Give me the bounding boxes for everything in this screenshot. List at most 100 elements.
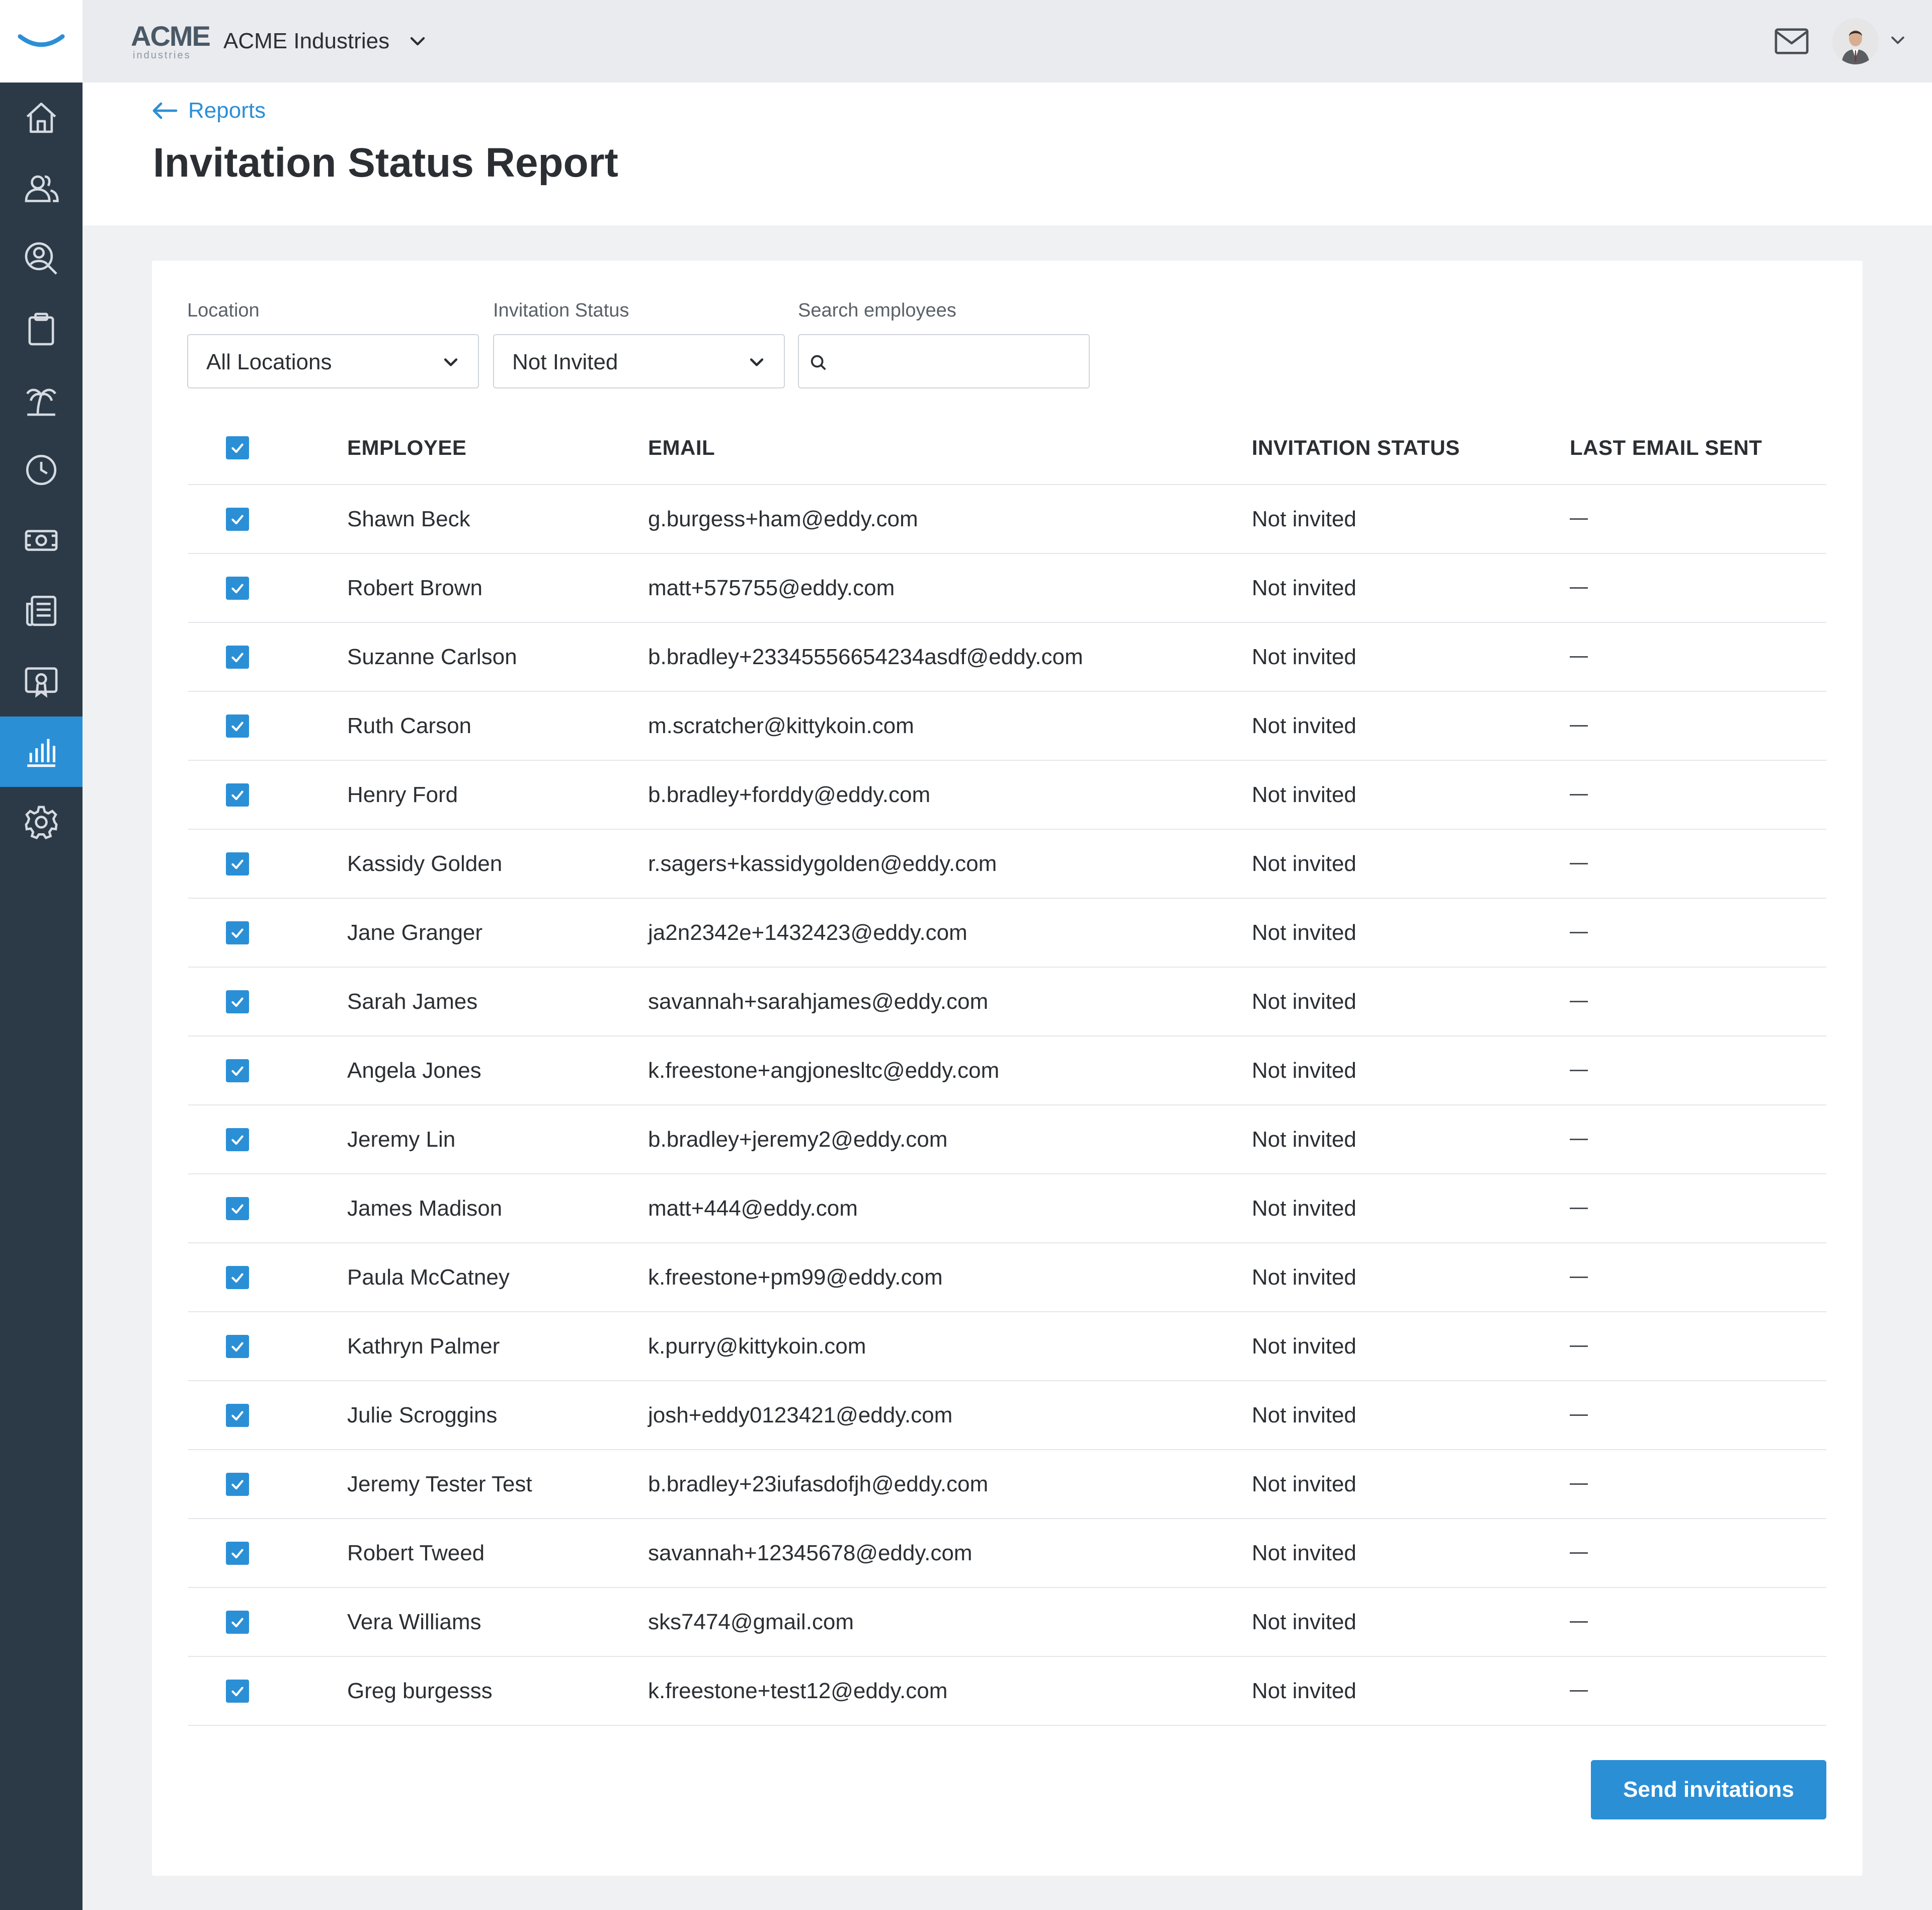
row-checkbox[interactable] <box>226 1197 249 1220</box>
user-avatar[interactable] <box>1832 18 1879 64</box>
row-checkbox[interactable] <box>226 1610 249 1634</box>
row-checkbox[interactable] <box>226 1265 249 1289</box>
check-icon <box>231 1342 244 1351</box>
row-checkbox-cell <box>223 1105 252 1173</box>
row-checkbox[interactable] <box>226 852 249 876</box>
table-row[interactable]: Paula McCatney k.freestone+pm99@eddy.com N… <box>188 1243 1826 1312</box>
search-employees-box[interactable] <box>798 334 1090 388</box>
employee-email: b.bradley+23iufasdofjh@eddy.com <box>648 1471 989 1496</box>
table-row[interactable]: Henry Ford b.bradley+forddy@eddy.com Not i… <box>188 761 1826 830</box>
last-email-sent <box>1570 830 1588 898</box>
table-row[interactable]: Robert Brown matt+575755@eddy.com Not invi… <box>188 554 1826 623</box>
row-checkbox[interactable] <box>226 1334 249 1358</box>
sidebar-item-person-search[interactable] <box>0 223 83 294</box>
column-header-last-email-sent[interactable]: LAST EMAIL SENT <box>1570 412 1762 484</box>
table-row[interactable]: Kassidy Golden r.sagers+kassidygolden@edd… <box>188 830 1826 899</box>
check-icon <box>231 997 244 1007</box>
row-checkbox[interactable] <box>226 1541 249 1565</box>
table-row[interactable]: James Madison matt+444@eddy.com Not invite… <box>188 1174 1826 1243</box>
invitation-status-select[interactable]: Not Invited <box>493 334 785 388</box>
table-row[interactable]: Shawn Beck g.burgess+ham@eddy.com Not invi… <box>188 485 1826 554</box>
table-row[interactable]: Greg burgesss k.freestone+test12@eddy.com… <box>188 1657 1826 1726</box>
invitation-status-filter-label: Invitation Status <box>493 300 629 321</box>
report-card: Location All Locations Invitation Status… <box>152 261 1863 1876</box>
back-to-reports-link[interactable]: Reports <box>152 96 266 126</box>
row-checkbox-cell <box>223 1657 252 1725</box>
sidebar-item-documents[interactable] <box>0 576 83 646</box>
last-email-sent <box>1570 1519 1588 1587</box>
chevron-down-icon[interactable] <box>1889 31 1907 49</box>
row-checkbox[interactable] <box>226 714 249 738</box>
check-icon <box>231 653 244 662</box>
empty-dash <box>1570 1414 1588 1416</box>
last-email-sent <box>1570 1312 1588 1380</box>
row-checkbox[interactable] <box>226 576 249 600</box>
search-employees-input[interactable] <box>835 344 1079 380</box>
row-checkbox[interactable] <box>226 1059 249 1082</box>
employee-email: josh+eddy0123421@eddy.com <box>648 1402 953 1427</box>
check-icon <box>231 859 244 869</box>
row-checkbox[interactable] <box>226 645 249 669</box>
clock-icon <box>26 454 57 486</box>
last-email-sent <box>1570 1037 1588 1104</box>
table-row[interactable]: Jane Granger ja2n2342e+1432423@eddy.com No… <box>188 899 1826 968</box>
sidebar-item-time-off[interactable] <box>0 364 83 435</box>
row-checkbox-cell <box>223 623 252 691</box>
column-header-employee[interactable]: EMPLOYEE <box>347 412 466 484</box>
table-row[interactable]: Suzanne Carlson b.bradley+23345556654234a… <box>188 623 1826 692</box>
sidebar-item-settings[interactable] <box>0 787 83 857</box>
sidebar-item-home[interactable] <box>0 83 83 153</box>
row-checkbox[interactable] <box>226 1403 249 1427</box>
invitation-table: EMPLOYEE EMAIL INVITATION STATUS LAST EM… <box>188 412 1826 1726</box>
sidebar-item-payroll[interactable] <box>0 505 83 576</box>
smile-logo-icon[interactable] <box>0 0 83 83</box>
empty-dash <box>1570 1345 1588 1347</box>
employee-name: Shawn Beck <box>347 506 470 531</box>
chevron-down-icon[interactable] <box>408 31 428 51</box>
table-row[interactable]: Angela Jones k.freestone+angjonesltc@eddy… <box>188 1037 1826 1105</box>
row-checkbox[interactable] <box>226 1472 249 1496</box>
table-row[interactable]: Kathryn Palmer k.purry@kittykoin.com Not i… <box>188 1312 1826 1381</box>
row-checkbox[interactable] <box>226 1679 249 1703</box>
mail-icon[interactable] <box>1774 26 1809 56</box>
location-select[interactable]: All Locations <box>187 334 479 388</box>
bar-chart-icon <box>27 739 55 767</box>
table-row[interactable]: Vera Williams sks7474@gmail.com Not invite… <box>188 1588 1826 1657</box>
sidebar-item-clipboard[interactable] <box>0 294 83 364</box>
row-checkbox[interactable] <box>226 990 249 1013</box>
employee-email: g.burgess+ham@eddy.com <box>648 506 918 531</box>
company-switcher-label[interactable]: ACME Industries <box>223 28 389 54</box>
invitation-status: Not invited <box>1252 1196 1356 1221</box>
row-checkbox[interactable] <box>226 1128 249 1151</box>
chevron-down-icon <box>444 358 458 366</box>
table-row[interactable]: Robert Tweed savannah+12345678@eddy.com No… <box>188 1519 1826 1588</box>
empty-dash <box>1570 932 1588 933</box>
row-checkbox[interactable] <box>226 783 249 807</box>
sidebar-item-time[interactable] <box>0 435 83 505</box>
sidebar-item-people[interactable] <box>0 153 83 223</box>
table-row[interactable]: Ruth Carson m.scratcher@kittykoin.com Not … <box>188 692 1826 761</box>
sidebar-item-training[interactable] <box>0 646 83 717</box>
top-bar: ACME industries ACME Industries <box>83 0 1932 83</box>
column-header-email[interactable]: EMAIL <box>648 412 715 484</box>
table-row[interactable]: Julie Scroggins josh+eddy0123421@eddy.com… <box>188 1381 1826 1450</box>
send-invitations-button[interactable]: Send invitations <box>1591 1760 1826 1819</box>
company-logo-subtext: industries <box>133 50 191 61</box>
empty-dash <box>1570 1001 1588 1002</box>
home-icon <box>26 102 56 133</box>
select-all-checkbox[interactable] <box>226 436 249 459</box>
row-checkbox[interactable] <box>226 921 249 944</box>
row-checkbox[interactable] <box>226 507 249 531</box>
table-row[interactable]: Jeremy Lin b.bradley+jeremy2@eddy.com Not … <box>188 1105 1826 1174</box>
sidebar-item-reports[interactable] <box>0 717 83 787</box>
table-row[interactable]: Sarah James savannah+sarahjames@eddy.com N… <box>188 968 1826 1037</box>
column-header-invitation-status[interactable]: INVITATION STATUS <box>1252 412 1460 484</box>
employee-name: Jeremy Tester Test <box>347 1471 532 1496</box>
check-icon <box>231 1411 244 1420</box>
row-checkbox-cell <box>223 1450 252 1518</box>
table-row[interactable]: Jeremy Tester Test b.bradley+23iufasdofjh… <box>188 1450 1826 1519</box>
employee-name: Julie Scroggins <box>347 1402 498 1427</box>
employee-email: r.sagers+kassidygolden@eddy.com <box>648 851 997 876</box>
employee-email: k.freestone+pm99@eddy.com <box>648 1264 943 1290</box>
invitation-status: Not invited <box>1252 1333 1356 1359</box>
